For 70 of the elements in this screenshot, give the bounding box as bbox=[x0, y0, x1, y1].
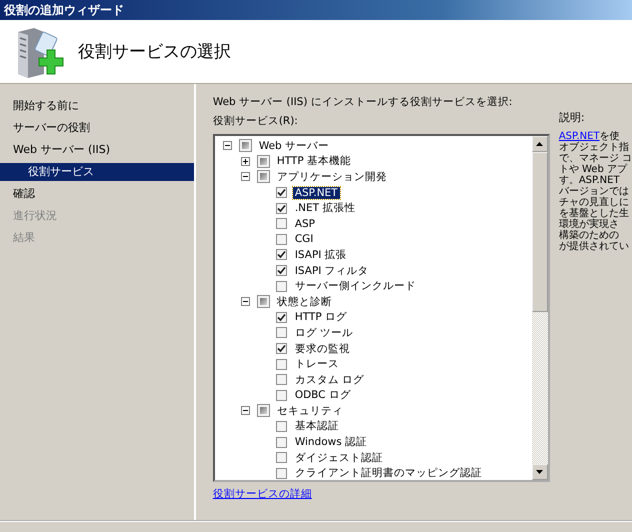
service-item[interactable]: ダイジェスト認証 bbox=[292, 450, 385, 465]
description-text: 構築のための bbox=[558, 230, 620, 241]
checkbox[interactable] bbox=[276, 343, 287, 354]
service-item[interactable]: ISAPI フィルタ bbox=[292, 264, 371, 278]
instruction-text: Web サーバー (IIS) にインストールする役割サービスを選択: bbox=[212, 95, 514, 110]
checkbox[interactable] bbox=[276, 374, 287, 386]
description-text: を使 bbox=[600, 131, 620, 142]
service-item[interactable]: 基本認証 bbox=[292, 419, 341, 434]
service-item[interactable]: ODBC ログ bbox=[292, 388, 353, 402]
description-text: 環境が実現さ bbox=[558, 219, 620, 230]
scroll-down-icon[interactable] bbox=[536, 470, 544, 474]
wizard-step[interactable]: 役割サービス bbox=[0, 163, 194, 181]
service-item[interactable]: Web サーバー bbox=[256, 138, 332, 153]
wizard-step[interactable]: 開始する前に bbox=[0, 95, 194, 117]
service-item[interactable]: Windows 認証 bbox=[292, 435, 370, 450]
service-item[interactable]: トレース bbox=[292, 357, 341, 372]
expander-icon[interactable] bbox=[240, 172, 250, 182]
checkbox[interactable] bbox=[276, 265, 287, 276]
checkbox[interactable] bbox=[276, 327, 287, 338]
checkbox[interactable] bbox=[276, 390, 287, 401]
service-item[interactable]: セキュリティ bbox=[274, 404, 345, 418]
service-item[interactable]: カスタム ログ bbox=[292, 372, 366, 387]
service-item[interactable]: ASP bbox=[292, 218, 317, 230]
checkbox[interactable] bbox=[276, 420, 287, 432]
checkbox[interactable] bbox=[276, 452, 287, 464]
checkbox[interactable] bbox=[276, 187, 287, 198]
checkbox[interactable] bbox=[276, 312, 287, 323]
checkbox[interactable] bbox=[276, 468, 287, 479]
service-item[interactable]: ASP.NET bbox=[292, 186, 340, 199]
description-text: トや Web アプ bbox=[558, 164, 628, 175]
page-title: 役割サービスの選択 bbox=[78, 41, 231, 63]
scroll-up-icon[interactable] bbox=[536, 142, 544, 146]
wizard-step[interactable]: サーバーの役割 bbox=[0, 117, 194, 139]
list-label: 役割サービス(R): bbox=[212, 114, 299, 129]
checkbox[interactable] bbox=[276, 249, 287, 260]
service-item[interactable]: .NET 拡張性 bbox=[292, 201, 358, 216]
service-item[interactable]: HTTP ログ bbox=[292, 310, 350, 324]
checkbox[interactable] bbox=[276, 280, 287, 292]
description-text: が提供されてい bbox=[558, 241, 630, 252]
expander-icon[interactable] bbox=[240, 406, 250, 416]
checkbox[interactable] bbox=[276, 234, 287, 245]
service-item[interactable]: クライアント証明書のマッピング認証 bbox=[292, 466, 484, 480]
description-label: 説明: bbox=[558, 110, 586, 125]
description-text: チャの見直しに bbox=[558, 197, 630, 208]
description-text: オブジェクト指 bbox=[558, 142, 630, 153]
wizard-step[interactable]: Web サーバー (IIS) bbox=[0, 139, 194, 161]
service-item[interactable]: サーバー側インクルード bbox=[292, 279, 418, 294]
checkbox[interactable] bbox=[276, 436, 287, 448]
service-item[interactable]: HTTP 基本機能 bbox=[274, 154, 354, 168]
scrollbar[interactable] bbox=[532, 136, 548, 480]
checkbox[interactable] bbox=[276, 358, 287, 370]
wizard-step[interactable]: 確認 bbox=[0, 183, 194, 205]
service-item[interactable]: ISAPI 拡張 bbox=[292, 248, 349, 262]
expander-icon[interactable] bbox=[240, 297, 250, 306]
checkbox[interactable] bbox=[276, 202, 287, 214]
service-item[interactable]: ログ ツール bbox=[292, 326, 356, 340]
expander-icon[interactable] bbox=[240, 156, 250, 166]
service-item[interactable]: 状態と診断 bbox=[274, 294, 334, 309]
service-item[interactable]: CGI bbox=[292, 233, 316, 246]
service-item[interactable]: アプリケーション開発 bbox=[274, 170, 389, 184]
description-text: で、マネージ コ bbox=[558, 153, 632, 164]
description-text: す。ASP.NET bbox=[558, 175, 621, 186]
description-text: を基盤とした生 bbox=[558, 208, 630, 219]
details-link[interactable]: 役割サービスの詳細 bbox=[212, 487, 312, 501]
aspnet-link[interactable]: ASP.NET bbox=[558, 131, 600, 142]
description-text: バージョンでは bbox=[558, 186, 630, 197]
service-item[interactable]: 要求の監視 bbox=[292, 342, 352, 356]
window-title: 役割の追加ウィザード bbox=[0, 0, 632, 20]
expander-icon[interactable] bbox=[222, 141, 232, 150]
checkbox[interactable] bbox=[276, 218, 287, 230]
